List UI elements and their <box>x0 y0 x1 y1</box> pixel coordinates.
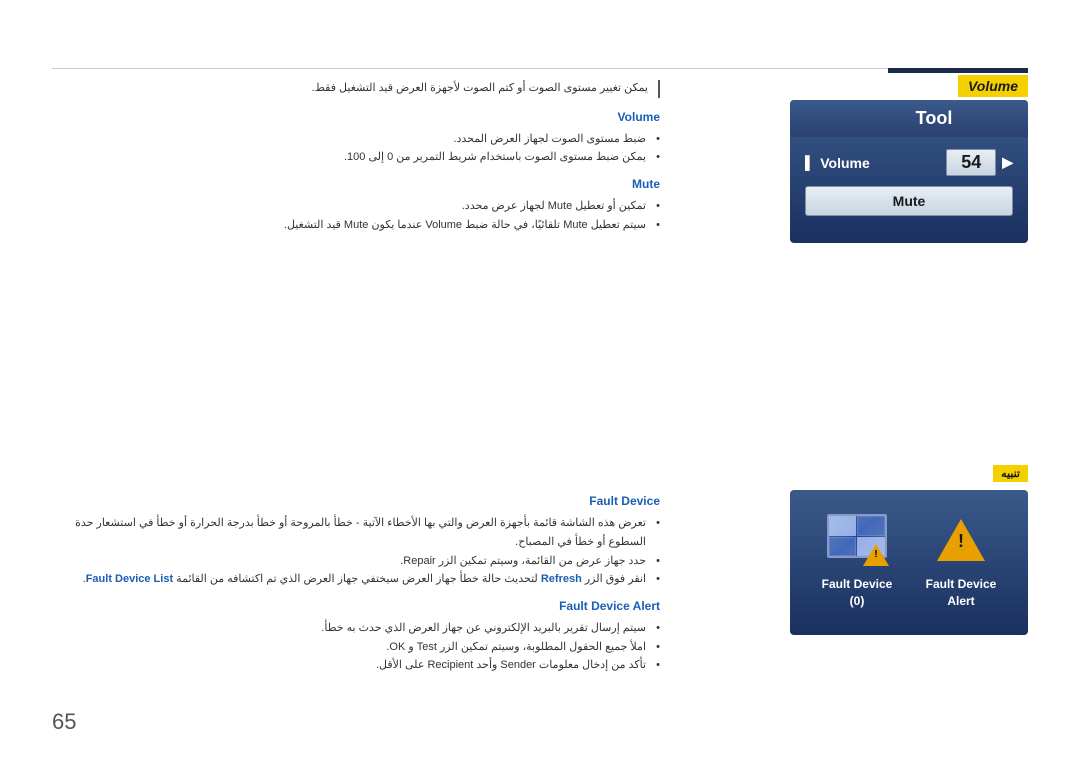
fault-device-group: ! Fault Device(0) <box>822 510 893 610</box>
fault-alert-group: ! Fault DeviceAlert <box>926 510 997 610</box>
refresh-link[interactable]: Refresh <box>541 573 582 585</box>
fault-alert-bullet-2: املأ جميع الحقول المطلوبة، وسيتم تمكين ا… <box>52 638 660 657</box>
fault-section: Fault Device تعرض هذه الشاشة قائمة بأجهز… <box>52 494 660 675</box>
fault-box: ! Fault Device(0) ! Fault DeviceAlert <box>790 490 1028 635</box>
right-accent-bar <box>888 68 1028 73</box>
mute-button[interactable]: Mute <box>805 186 1013 216</box>
fault-device-bullets: تعرض هذه الشاشة قائمة بأجهزة العرض والتي… <box>52 514 660 589</box>
fault-device-title: Fault Device <box>52 494 660 508</box>
fault-alert-bullets: سيتم إرسال تقرير بالبريد الإلكتروني عن ج… <box>52 619 660 675</box>
volume-row: ▌ Volume 54 ▶ <box>805 149 1013 176</box>
mute-bullets: تمكين أو تعطيل Mute لجهاز عرض محدد. سيتم… <box>52 197 660 234</box>
fault-bullet-1: تعرض هذه الشاشة قائمة بأجهزة العرض والتي… <box>52 514 660 551</box>
tool-box: Tool ▌ Volume 54 ▶ Mute <box>790 100 1028 243</box>
fault-device-icon: ! <box>822 510 892 570</box>
fault-device-list-link[interactable]: Fault Device List <box>86 573 173 585</box>
overlay-warning: ! <box>863 544 889 566</box>
mute-bullet-1: تمكين أو تعطيل Mute لجهاز عرض محدد. <box>52 197 660 216</box>
fault-bullet-2: حدد جهاز عرض من القائمة، وسيتم تمكين الز… <box>52 552 660 571</box>
top-rule <box>52 68 1028 69</box>
fault-badge: تنبيه <box>993 465 1028 482</box>
page-number: 65 <box>52 709 76 735</box>
tool-header: Tool <box>790 100 1028 137</box>
mute-title: Mute <box>52 177 660 191</box>
volume-title: Volume <box>52 110 660 124</box>
volume-bullet-2: يمكن ضبط مستوى الصوت باستخدام شريط التمر… <box>52 148 660 167</box>
grid-cell-3 <box>829 537 857 557</box>
volume-bullet-1: ضبط مستوى الصوت لجهاز العرض المحدد. <box>52 130 660 149</box>
intro-text: يمكن تغيير مستوى الصوت أو كتم الصوت لأجه… <box>52 80 660 98</box>
alert-exclaim-icon: ! <box>958 531 964 552</box>
volume-arrow-icon[interactable]: ▶ <box>1002 154 1013 171</box>
mute-bullet-2: سيتم تعطيل Mute تلقائيًا، في حالة ضبط Vo… <box>52 216 660 235</box>
fault-alert-bullet-3: تأكد من إدخال معلومات Sender وأحد Recipi… <box>52 656 660 675</box>
alert-triangle-icon: ! <box>937 519 985 561</box>
exclamation-icon: ! <box>874 549 877 560</box>
fault-alert-icon: ! <box>926 510 996 570</box>
volume-label: Volume <box>820 155 940 171</box>
volume-value: 54 <box>946 149 996 176</box>
fault-device-label: Fault Device(0) <box>822 576 893 610</box>
volume-badge: Volume <box>958 75 1028 97</box>
grid-cell-2 <box>857 516 885 536</box>
fault-alert-title: Fault Device Alert <box>52 599 660 613</box>
fault-alert-bullet-1: سيتم إرسال تقرير بالبريد الإلكتروني عن ج… <box>52 619 660 638</box>
volume-bullets: ضبط مستوى الصوت لجهاز العرض المحدد. يمكن… <box>52 130 660 167</box>
fault-alert-label: Fault DeviceAlert <box>926 576 997 610</box>
monitor-warning-icon: ! <box>825 514 889 566</box>
tool-content: ▌ Volume 54 ▶ Mute <box>790 137 1028 228</box>
grid-cell-1 <box>829 516 857 536</box>
fault-icons-row: ! Fault Device(0) ! Fault DeviceAlert <box>790 490 1028 620</box>
left-content: يمكن تغيير مستوى الصوت أو كتم الصوت لأجه… <box>52 80 660 685</box>
volume-icon: ▌ <box>805 155 814 170</box>
tool-label: Tool <box>916 108 953 129</box>
fault-bullet-3: انقر فوق الزر Refresh لتحديث حالة خطأ جه… <box>52 570 660 589</box>
